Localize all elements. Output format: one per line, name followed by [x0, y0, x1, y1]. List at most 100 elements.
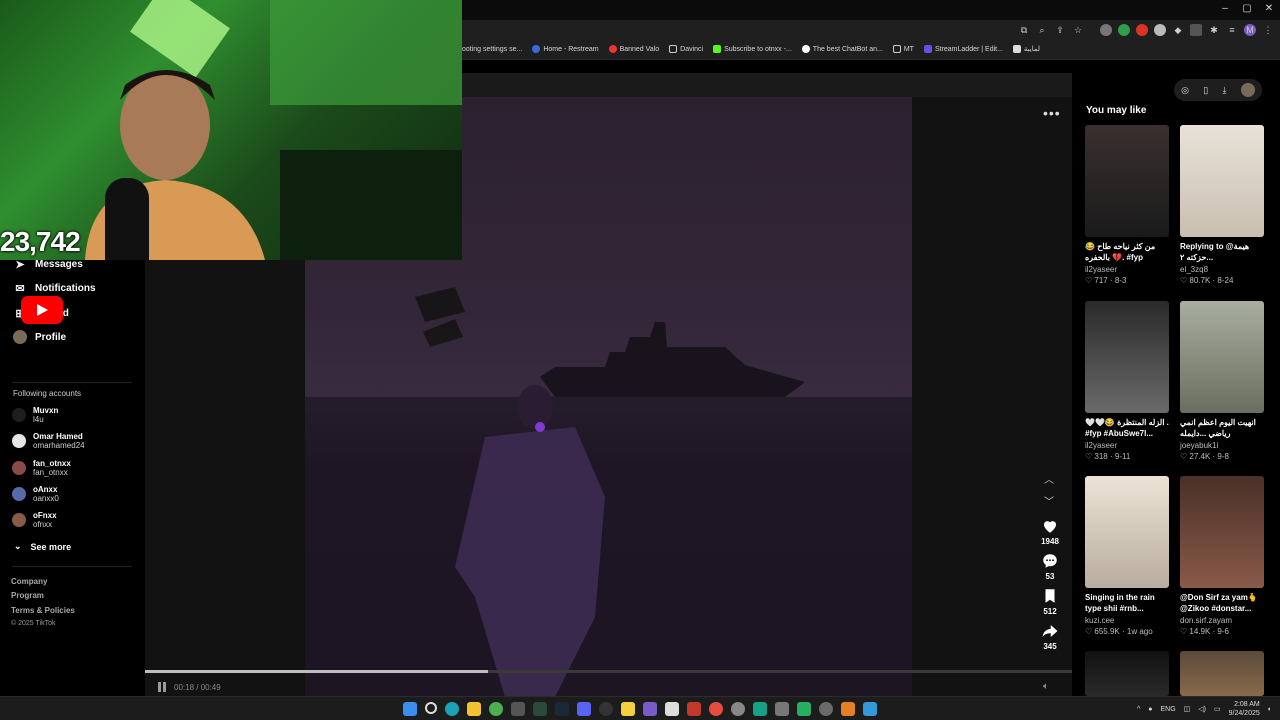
extension-grey-icon[interactable] [1100, 24, 1112, 36]
app-blue-icon[interactable] [863, 702, 877, 716]
footer-link-company[interactable]: Company [11, 577, 47, 586]
footer-link-terms[interactable]: Terms & Policies [11, 606, 75, 615]
volume-tray-icon[interactable]: ◁) [1198, 705, 1206, 713]
zoom-icon[interactable]: ⌕ [1036, 24, 1048, 36]
app-feather-icon[interactable] [643, 702, 657, 716]
following-account[interactable]: oFnxx ofnxx [12, 511, 57, 529]
video-meta: ♡ 717 · 8-3 [1085, 276, 1127, 285]
terminal-icon[interactable] [533, 702, 547, 716]
app-red-icon[interactable] [687, 702, 701, 716]
app-mt-icon[interactable] [665, 702, 679, 716]
install-app-icon[interactable]: ⧉ [1018, 24, 1030, 36]
clock[interactable]: 2:08 AM 9/24/2025 [1229, 700, 1260, 718]
footer-link-program[interactable]: Program [11, 591, 44, 600]
recommended-video-card[interactable]: @Don Sirf za yam🫰 @Zikoo #donstar... don… [1180, 476, 1264, 636]
kick-icon [713, 45, 722, 53]
bookmark-star-icon[interactable]: ☆ [1072, 24, 1084, 36]
app-teal-icon[interactable] [753, 702, 767, 716]
avatar[interactable] [1240, 83, 1255, 97]
windows-start-icon[interactable] [403, 702, 417, 716]
volume-icon[interactable]: 🔈︎ [1043, 681, 1049, 692]
discord-icon[interactable] [577, 702, 591, 716]
streamladder-icon [923, 45, 932, 53]
share-button[interactable]: 345 [1041, 622, 1059, 651]
app-icon[interactable] [511, 702, 525, 716]
recommended-video-card[interactable]: 😂 من كثر نياحه طاح بالحفره 💔. #fyp #abus… [1085, 125, 1169, 285]
recommended-video-card[interactable]: Replying to @هيمة حزكته ٢... el_3zq8 ♡ 8… [1180, 125, 1264, 285]
profile-avatar[interactable]: M [1244, 24, 1256, 36]
extension-red-icon[interactable] [1136, 24, 1148, 36]
pause-icon[interactable] [157, 682, 167, 692]
app-record-icon[interactable] [709, 702, 723, 716]
bookmark-item[interactable]: ooting settings se... [462, 45, 522, 53]
extension-box-icon[interactable] [1190, 24, 1202, 36]
compass-icon[interactable]: ◎ [1181, 85, 1189, 96]
extension-diamond-icon[interactable]: ◆ [1172, 24, 1184, 36]
following-accounts-title: Following accounts [13, 389, 82, 398]
extension-circle-icon[interactable] [1154, 24, 1166, 36]
bookmark-item[interactable]: MT [892, 45, 914, 53]
video-progress-bar[interactable] [145, 670, 1072, 673]
file-explorer-icon[interactable] [467, 702, 481, 716]
sidebar-item-label: Messages [35, 258, 83, 270]
recommended-video-card[interactable]: 🤍🤍😂 الزله المنتظرة . #fyp #AbuSwe7l... i… [1085, 301, 1169, 461]
following-account[interactable]: Omar Hamed omarhamed24 [12, 432, 85, 450]
app-grey-icon[interactable] [775, 702, 789, 716]
app-circle-icon[interactable] [731, 702, 745, 716]
video-thumbnail[interactable] [1085, 651, 1169, 696]
notes-icon[interactable] [621, 702, 635, 716]
extension-shield-icon[interactable] [1118, 24, 1130, 36]
save-button[interactable]: 512 [1041, 587, 1059, 616]
next-video-icon[interactable]: ﹀ [1044, 493, 1054, 508]
bookmark-item[interactable]: Subscribe to otnxx -... [713, 45, 792, 53]
download-icon[interactable]: ⤓ [1223, 85, 1227, 96]
search-icon[interactable] [425, 702, 437, 714]
mobile-icon[interactable]: ▯ [1203, 85, 1208, 96]
edge-icon[interactable] [445, 702, 459, 716]
bookmark-icon [1045, 589, 1055, 603]
video-thumbnail[interactable] [1180, 651, 1264, 696]
see-more-button[interactable]: ⌄ See more [14, 541, 71, 552]
following-account[interactable]: fan_otnxx fan_otnxx [12, 459, 71, 477]
notification-bell-icon[interactable]: ◐ [1268, 706, 1272, 713]
browser-menu-icon[interactable]: ⋮ [1262, 24, 1274, 36]
bookmark-item[interactable]: Davinci [669, 45, 703, 53]
comment-button[interactable]: 53 [1041, 552, 1059, 581]
bookmark-item[interactable]: Home - Restream [532, 45, 599, 53]
share-icon[interactable]: ⇪ [1054, 24, 1066, 36]
bookmark-item[interactable]: StreamLadder | Edit... [923, 45, 1003, 53]
sidebar-item-profile[interactable]: Profile [13, 330, 66, 344]
maximize-button[interactable]: ▢ [1242, 3, 1252, 14]
chrome-icon[interactable] [489, 702, 503, 716]
heart-icon: ♡ [1085, 276, 1093, 285]
extensions-puzzle-icon[interactable]: ✱ [1208, 24, 1220, 36]
steam-icon[interactable] [555, 702, 569, 716]
settings-icon[interactable] [819, 702, 833, 716]
recommended-video-card[interactable]: Singing in the rain type shii #rnb... ku… [1085, 476, 1169, 636]
previous-video-icon[interactable]: ︿ [1044, 471, 1054, 486]
following-account[interactable]: oAnxx oanxx0 [12, 485, 59, 503]
app-orange-icon[interactable] [841, 702, 855, 716]
chevron-up-icon[interactable]: ^ [1137, 706, 1140, 713]
like-count: 1948 [1041, 537, 1059, 546]
sidebar-item-notifications[interactable]: ✉ Notifications [13, 281, 95, 295]
minimize-button[interactable]: – [1220, 3, 1230, 14]
bookmark-item[interactable]: The best ChatBot an... [801, 45, 883, 53]
following-account[interactable]: Muvxn l4u [12, 406, 58, 424]
video-meta: ♡ 655.9K · 1w ago [1085, 627, 1153, 636]
more-options-icon[interactable]: ••• [1043, 105, 1061, 121]
network-icon[interactable]: ◫ [1184, 705, 1191, 713]
microphone-icon[interactable]: ● [1148, 706, 1152, 713]
bookmark-item[interactable]: لمايبة [1012, 45, 1040, 53]
menu-lines-icon[interactable]: ≡ [1226, 24, 1238, 36]
battery-icon[interactable]: ▭ [1214, 705, 1221, 713]
obs-icon[interactable] [599, 702, 613, 716]
recommended-video-card[interactable]: انهيت اليوم اعظم انمي رياضي ...دايمله #ن… [1180, 301, 1264, 461]
extension-icon[interactable] [1090, 24, 1094, 36]
like-button[interactable]: 1948 [1041, 517, 1059, 546]
close-button[interactable]: ✕ [1264, 3, 1274, 14]
bookmark-item[interactable]: Banned Valo [608, 45, 659, 53]
app-green-icon[interactable] [797, 702, 811, 716]
language-indicator[interactable]: ENG [1160, 706, 1175, 713]
video-meta: ♡ 80.7K · 8-24 [1180, 276, 1234, 285]
